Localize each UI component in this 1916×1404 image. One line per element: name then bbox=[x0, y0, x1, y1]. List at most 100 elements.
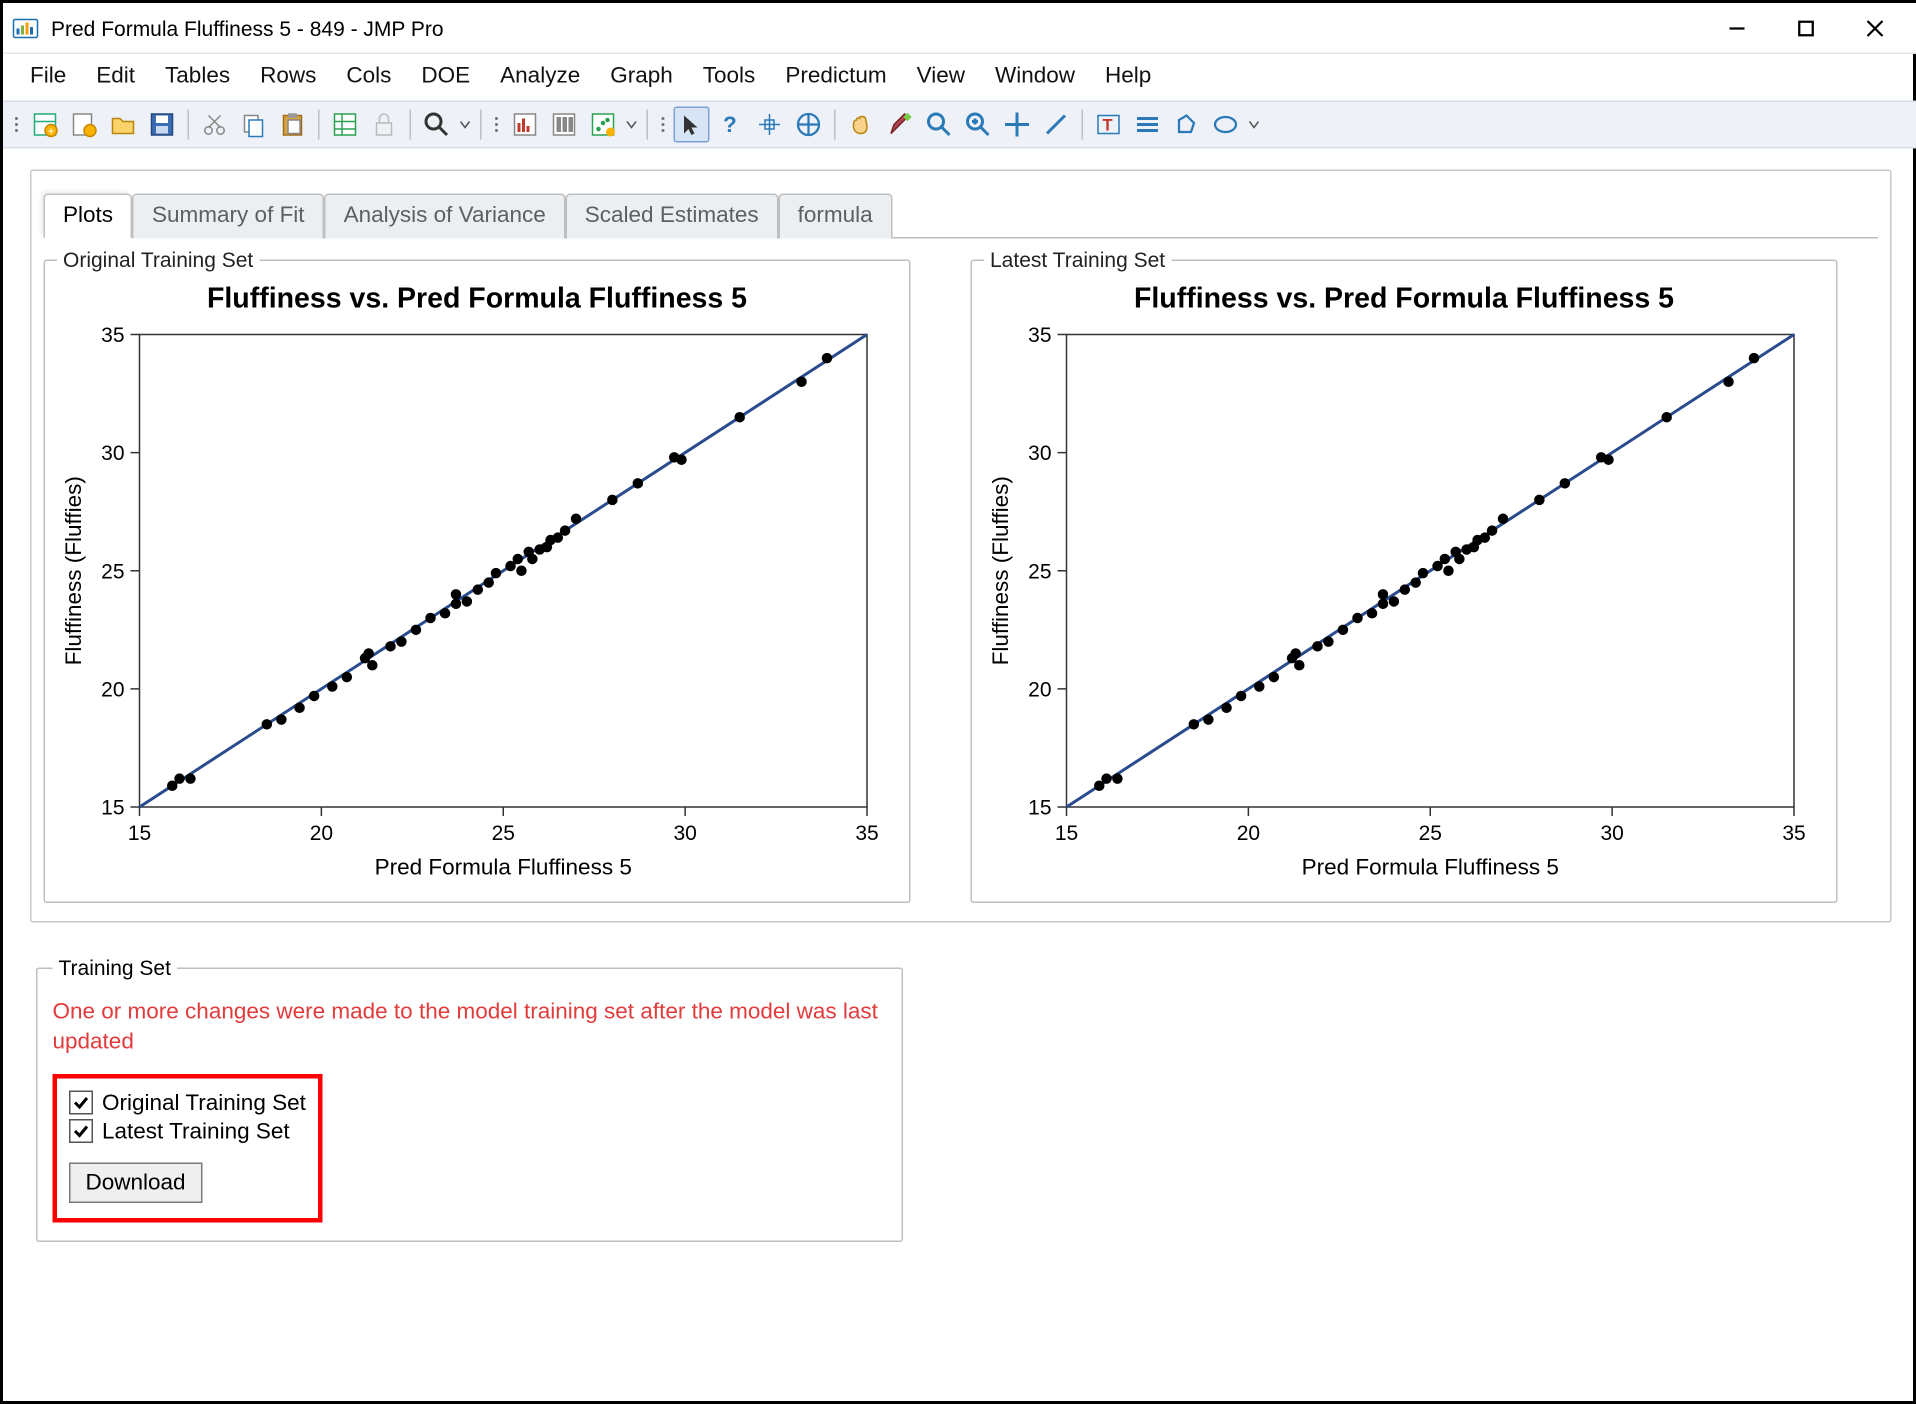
svg-text:Pred Formula Fluffiness 5: Pred Formula Fluffiness 5 bbox=[375, 855, 632, 880]
menu-help[interactable]: Help bbox=[1090, 57, 1166, 95]
annotation-dropdown-icon[interactable] bbox=[1247, 119, 1262, 131]
svg-text:Fluffiness (Fluffies): Fluffiness (Fluffies) bbox=[61, 476, 86, 665]
svg-text:30: 30 bbox=[1028, 442, 1051, 465]
training-set-fieldset: Training Set One or more changes were ma… bbox=[36, 956, 903, 1242]
menubar: File Edit Tables Rows Cols DOE Analyze G… bbox=[3, 54, 1916, 101]
window-title: Pred Formula Fluffiness 5 - 849 - JMP Pr… bbox=[51, 16, 444, 40]
menu-doe[interactable]: DOE bbox=[406, 57, 485, 95]
menu-view[interactable]: View bbox=[902, 57, 980, 95]
menu-file[interactable]: File bbox=[15, 57, 81, 95]
analyze-dropdown-icon[interactable] bbox=[624, 119, 639, 131]
training-set-warning: One or more changes were made to the mod… bbox=[53, 998, 887, 1059]
svg-text:35: 35 bbox=[855, 822, 878, 845]
arrow-tool-icon[interactable] bbox=[674, 107, 710, 143]
line-tool-icon[interactable] bbox=[1038, 107, 1074, 143]
svg-text:30: 30 bbox=[101, 442, 124, 465]
menu-cols[interactable]: Cols bbox=[331, 57, 406, 95]
grabber-tool-icon[interactable] bbox=[843, 107, 879, 143]
text-annotation-icon[interactable]: T bbox=[1091, 107, 1127, 143]
open-icon[interactable] bbox=[105, 107, 141, 143]
polygon-annotation-icon[interactable] bbox=[1169, 107, 1205, 143]
tab-formula[interactable]: formula bbox=[778, 194, 892, 239]
tab-summary-of-fit[interactable]: Summary of Fit bbox=[133, 194, 325, 239]
svg-text:30: 30 bbox=[1600, 822, 1623, 845]
svg-text:15: 15 bbox=[1028, 797, 1051, 820]
checkbox-latest-label: Latest Training Set bbox=[102, 1118, 290, 1144]
minimize-button[interactable] bbox=[1703, 5, 1772, 50]
checkbox-original-label: Original Training Set bbox=[102, 1090, 306, 1116]
menu-tools[interactable]: Tools bbox=[688, 57, 771, 95]
paste-icon[interactable] bbox=[275, 107, 311, 143]
svg-text:20: 20 bbox=[310, 822, 333, 845]
scroller-tool-icon[interactable] bbox=[791, 107, 827, 143]
crosshair-tool-icon[interactable] bbox=[752, 107, 788, 143]
tab-analysis-of-variance[interactable]: Analysis of Variance bbox=[324, 194, 565, 239]
tab-scaled-estimates[interactable]: Scaled Estimates bbox=[565, 194, 778, 239]
svg-text:T: T bbox=[1103, 117, 1113, 135]
table-view-icon[interactable] bbox=[327, 107, 363, 143]
fit-y-by-x-icon[interactable] bbox=[546, 107, 582, 143]
oval-annotation-icon[interactable] bbox=[1208, 107, 1244, 143]
app-icon bbox=[12, 14, 39, 41]
menu-predictum[interactable]: Predictum bbox=[770, 57, 901, 95]
svg-text:Pred Formula Fluffiness 5: Pred Formula Fluffiness 5 bbox=[1302, 855, 1559, 880]
menu-window[interactable]: Window bbox=[980, 57, 1090, 95]
svg-text:+: + bbox=[47, 124, 54, 138]
copy-icon[interactable] bbox=[236, 107, 272, 143]
scatter-plot-original[interactable]: 15202530351520253035Pred Formula Fluffin… bbox=[57, 320, 897, 890]
menu-edit[interactable]: Edit bbox=[81, 57, 150, 95]
svg-text:20: 20 bbox=[1237, 822, 1260, 845]
tab-bar: Plots Summary of Fit Analysis of Varianc… bbox=[44, 192, 1879, 239]
menu-rows[interactable]: Rows bbox=[245, 57, 331, 95]
close-button[interactable] bbox=[1841, 5, 1910, 50]
toolbar-grip-icon bbox=[659, 117, 668, 132]
svg-text:35: 35 bbox=[101, 324, 124, 347]
toolbar: + ? T bbox=[3, 101, 1916, 149]
svg-text:?: ? bbox=[723, 112, 737, 137]
crosshairs-icon[interactable] bbox=[999, 107, 1035, 143]
svg-text:30: 30 bbox=[673, 822, 696, 845]
search-dropdown-icon[interactable] bbox=[458, 119, 473, 131]
scatter-plot-latest[interactable]: 15202530351520253035Pred Formula Fluffin… bbox=[984, 320, 1824, 890]
svg-text:15: 15 bbox=[128, 822, 151, 845]
zoom-in-icon[interactable] bbox=[921, 107, 957, 143]
chart-title-right: Fluffiness vs. Pred Formula Fluffiness 5 bbox=[984, 284, 1824, 317]
tab-plots[interactable]: Plots bbox=[44, 194, 133, 239]
svg-text:25: 25 bbox=[492, 822, 515, 845]
original-training-set-legend: Original Training Set bbox=[57, 248, 259, 272]
svg-text:25: 25 bbox=[101, 560, 124, 583]
menu-tables[interactable]: Tables bbox=[150, 57, 245, 95]
svg-text:35: 35 bbox=[1782, 822, 1805, 845]
chart-title-left: Fluffiness vs. Pred Formula Fluffiness 5 bbox=[57, 284, 897, 317]
menu-graph[interactable]: Graph bbox=[595, 57, 688, 95]
new-table-icon[interactable]: + bbox=[27, 107, 63, 143]
download-button[interactable]: Download bbox=[69, 1162, 202, 1203]
line-annotation-icon[interactable] bbox=[1130, 107, 1166, 143]
save-icon[interactable] bbox=[144, 107, 180, 143]
new-script-icon[interactable] bbox=[66, 107, 102, 143]
lock-icon[interactable] bbox=[366, 107, 402, 143]
latest-training-set-legend: Latest Training Set bbox=[984, 248, 1171, 272]
maximize-button[interactable] bbox=[1772, 5, 1841, 50]
graph-builder-icon[interactable] bbox=[585, 107, 621, 143]
toolbar-grip-icon bbox=[12, 117, 21, 132]
checkbox-original-training-set[interactable] bbox=[69, 1091, 93, 1115]
svg-text:25: 25 bbox=[1419, 822, 1442, 845]
toolbar-grip-icon bbox=[492, 117, 501, 132]
checkbox-latest-training-set[interactable] bbox=[69, 1119, 93, 1143]
brush-tool-icon[interactable] bbox=[882, 107, 918, 143]
report-panel: Plots Summary of Fit Analysis of Varianc… bbox=[30, 170, 1892, 923]
search-icon[interactable] bbox=[419, 107, 455, 143]
svg-text:15: 15 bbox=[1055, 822, 1078, 845]
svg-text:15: 15 bbox=[101, 797, 124, 820]
latest-training-set-fieldset: Latest Training Set Fluffiness vs. Pred … bbox=[971, 248, 1838, 904]
cut-icon[interactable] bbox=[197, 107, 233, 143]
distribution-icon[interactable] bbox=[507, 107, 543, 143]
magnifier-icon[interactable] bbox=[960, 107, 996, 143]
training-set-legend: Training Set bbox=[53, 956, 177, 980]
highlight-box: Original Training Set Latest Training Se… bbox=[53, 1073, 323, 1222]
menu-analyze[interactable]: Analyze bbox=[485, 57, 595, 95]
svg-text:20: 20 bbox=[1028, 678, 1051, 701]
original-training-set-fieldset: Original Training Set Fluffiness vs. Pre… bbox=[44, 248, 911, 904]
help-tool-icon[interactable]: ? bbox=[713, 107, 749, 143]
